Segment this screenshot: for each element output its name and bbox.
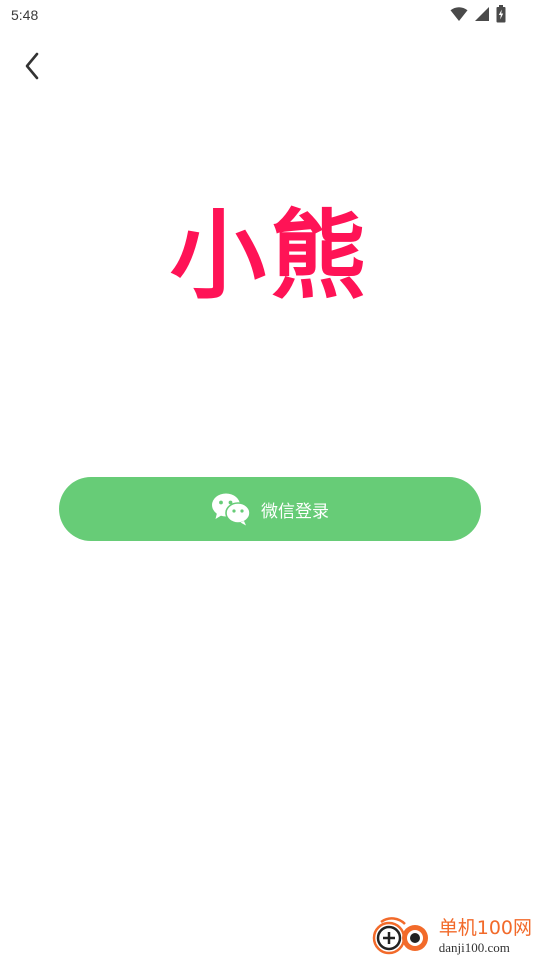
- wifi-icon: [450, 7, 468, 21]
- wechat-login-button[interactable]: 微信登录: [59, 477, 481, 541]
- status-bar: 5:48: [0, 0, 540, 32]
- watermark: 单机100网 danji100.com: [371, 916, 532, 956]
- login-screen: 5:48 小熊 微信登录 单机100网 danji100.com: [0, 0, 540, 960]
- watermark-logo-icon: [372, 917, 428, 955]
- watermark-en: danji100.com: [438, 939, 510, 955]
- signal-icon: [475, 7, 489, 21]
- chevron-left-icon: [25, 52, 39, 80]
- app-logo: 小熊: [0, 200, 540, 312]
- battery-charging-icon: [496, 5, 506, 23]
- watermark-texts: 单机100网 danji100.com: [438, 916, 532, 955]
- status-icons: [450, 5, 506, 23]
- watermark-cn: 单机100网: [438, 916, 532, 939]
- wechat-icon: [212, 493, 251, 526]
- back-button[interactable]: [14, 48, 50, 84]
- wechat-login-label: 微信登录: [261, 501, 329, 522]
- status-time: 5:48: [11, 7, 39, 23]
- app-logo-text: 小熊: [170, 200, 370, 312]
